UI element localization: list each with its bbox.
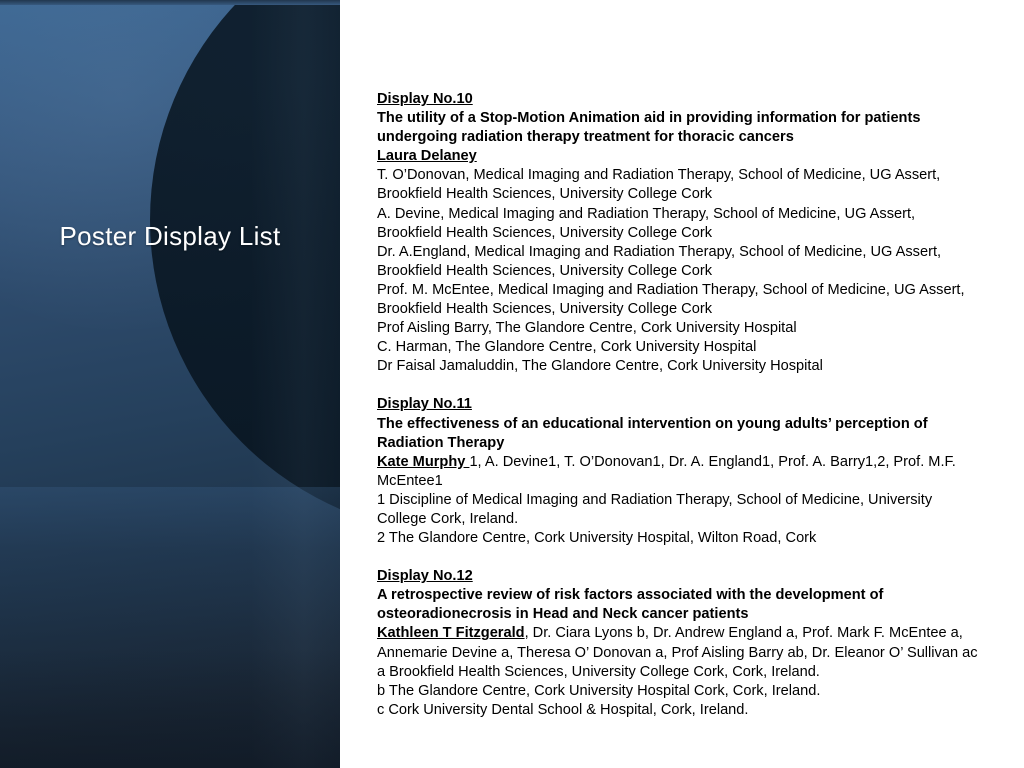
affiliation-line: b The Glandore Centre, Cork University H… [377, 682, 821, 699]
page-title: Poster Display List [59, 221, 281, 251]
presenter-name: Kate Murphy [377, 453, 470, 470]
display-number: Display No.12 [377, 568, 473, 585]
author-line: Kate Murphy 1, A. Devine1, T. O’Donovan1… [377, 453, 983, 491]
affiliation-line: a Brookfield Health Sciences, University… [377, 663, 820, 680]
abstract-block: Display No.11 The effectiveness of an ed… [377, 395, 983, 548]
panel-top-strip-decoration [0, 0, 340, 5]
author-affiliation-line: C. Harman, The Glandore Centre, Cork Uni… [377, 339, 757, 356]
abstract-title: The utility of a Stop-Motion Animation a… [377, 110, 921, 146]
display-number: Display No.11 [377, 396, 472, 413]
abstract-title: The effectiveness of an educational inte… [377, 415, 928, 451]
title-panel: Poster Display List [0, 0, 340, 768]
author-affiliation-line: Dr Faisal Jamaluddin, The Glandore Centr… [377, 358, 823, 375]
author-affiliation-line: Prof. M. McEntee, Medical Imaging and Ra… [377, 281, 965, 318]
abstract-block: Display No.12 A retrospective review of … [377, 567, 983, 720]
author-line: Kathleen T Fitzgerald, Dr. Ciara Lyons b… [377, 624, 983, 662]
presenter-name: Kathleen T Fitzgerald [377, 625, 525, 642]
presenter-name: Laura Delaney [377, 148, 477, 165]
author-affiliation-line: Prof Aisling Barry, The Glandore Centre,… [377, 320, 797, 337]
affiliation-line: 2 The Glandore Centre, Cork University H… [377, 530, 817, 547]
author-affiliation-line: Dr. A.England, Medical Imaging and Radia… [377, 243, 942, 279]
abstract-block: Display No.10 The utility of a Stop-Moti… [377, 90, 983, 376]
abstract-list: Display No.10 The utility of a Stop-Moti… [377, 90, 983, 720]
panel-bottom-fade-decoration [0, 648, 340, 768]
author-affiliation-line: T. O’Donovan, Medical Imaging and Radiat… [377, 167, 941, 203]
author-affiliation-line: A. Devine, Medical Imaging and Radiation… [377, 205, 916, 241]
slide-canvas: Poster Display List Display No.10 The ut… [0, 0, 1024, 768]
affiliation-line: c Cork University Dental School & Hospit… [377, 701, 749, 718]
abstract-title: A retrospective review of risk factors a… [377, 587, 884, 623]
affiliation-line: 1 Discipline of Medical Imaging and Radi… [377, 491, 933, 527]
display-number: Display No.10 [377, 91, 473, 107]
